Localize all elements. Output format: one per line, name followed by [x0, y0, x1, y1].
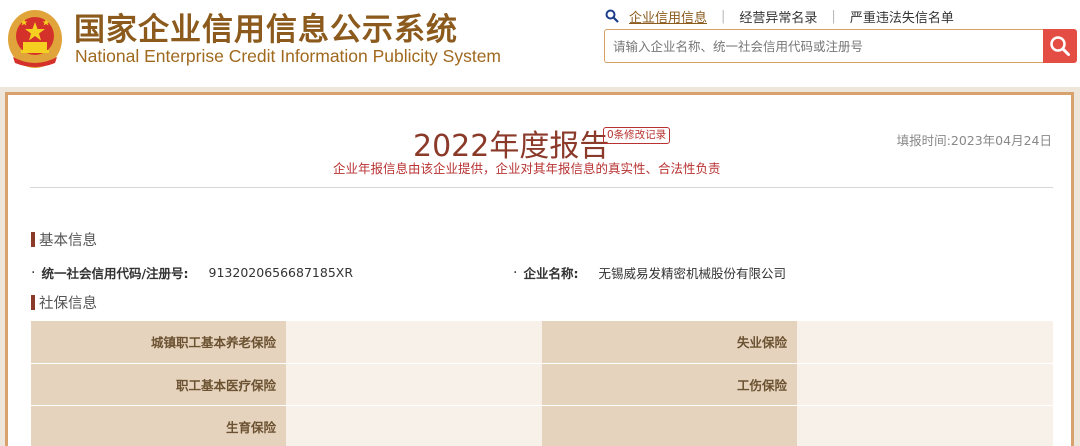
social-security-table: 城镇职工基本养老保险 失业保险 职工基本医疗保险 工伤保险 生育保险	[31, 321, 1053, 446]
credit-code-label: 统一社会信用代码/注册号:	[41, 266, 189, 281]
nav-separator: |	[831, 8, 836, 24]
site-title-en: National Enterprise Credit Information P…	[75, 46, 502, 66]
table-cell-value	[797, 321, 1053, 364]
table-cell-value	[286, 321, 542, 364]
table-cell-key	[542, 405, 797, 446]
company-name-row: · 企业名称: 无锡威易发精密机械股份有限公司	[513, 263, 786, 282]
header-divider	[30, 187, 1053, 188]
bullet-dot: ·	[513, 264, 518, 281]
nav-link-serious-violations[interactable]: 严重违法失信名单	[850, 7, 954, 26]
nav-link-abnormal-operations[interactable]: 经营异常名录	[739, 7, 817, 26]
credit-code-row: · 统一社会信用代码/注册号: 9132020656687185XR	[31, 263, 353, 282]
search-input[interactable]	[604, 29, 1044, 63]
report-fill-time: 填报时间:2023年04月24日	[896, 133, 1052, 148]
table-row: 生育保险	[31, 405, 1053, 446]
nav-link-enterprise-credit[interactable]: 企业信用信息	[629, 7, 707, 26]
section-title-text: 社保信息	[39, 296, 97, 312]
section-title-text: 基本信息	[39, 233, 97, 249]
table-cell-value	[286, 405, 542, 446]
search-button[interactable]	[1043, 29, 1077, 63]
company-name-label: 企业名称:	[523, 266, 579, 281]
table-cell-key: 失业保险	[542, 321, 797, 364]
section-marker	[31, 232, 35, 247]
section-title-basic-info: 基本信息	[31, 229, 97, 250]
table-cell-key: 工伤保险	[542, 363, 797, 406]
report-disclaimer: 企业年报信息由该企业提供，企业对其年报信息的真实性、合法性负责	[333, 161, 721, 176]
site-title-cn: 国家企业信用信息公示系统	[74, 12, 458, 48]
table-row: 城镇职工基本养老保险 失业保险	[31, 321, 1053, 364]
search-icon	[1050, 36, 1070, 56]
nav-separator: |	[721, 8, 726, 24]
national-emblem-icon	[8, 10, 62, 68]
company-name-value: 无锡威易发精密机械股份有限公司	[598, 266, 786, 281]
table-cell-value	[797, 363, 1053, 406]
table-cell-value	[797, 405, 1053, 446]
section-marker	[31, 295, 35, 310]
site-header: 国家企业信用信息公示系统 National Enterprise Credit …	[0, 0, 1080, 82]
table-cell-key: 生育保险	[31, 405, 286, 446]
table-cell-value	[286, 363, 542, 406]
table-cell-key: 城镇职工基本养老保险	[31, 321, 286, 364]
table-row: 职工基本医疗保险 工伤保险	[31, 363, 1053, 406]
top-navigation: 企业信用信息 | 经营异常名录 | 严重违法失信名单	[605, 6, 954, 26]
section-title-social-security: 社保信息	[31, 292, 97, 313]
table-cell-key: 职工基本医疗保险	[31, 363, 286, 406]
bullet-dot: ·	[31, 264, 36, 281]
search-icon	[605, 9, 619, 23]
credit-code-value: 9132020656687185XR	[208, 265, 354, 280]
edit-records-badge[interactable]: 0条修改记录	[603, 127, 671, 144]
